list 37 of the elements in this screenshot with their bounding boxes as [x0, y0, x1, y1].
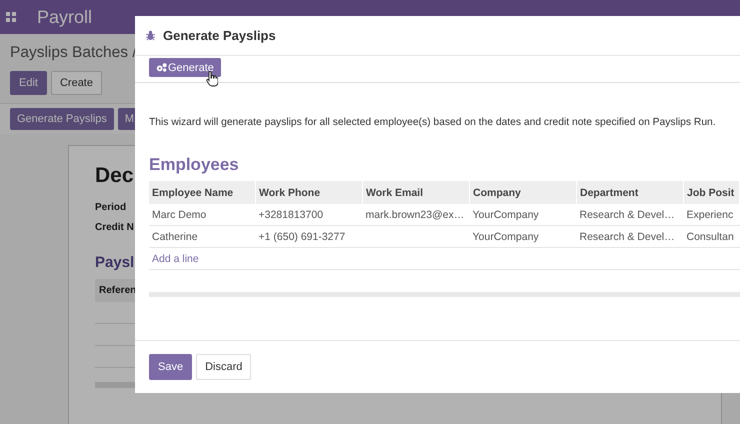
table-cell: Research & Devel…	[576, 204, 684, 226]
column-header[interactable]: Work Email	[362, 181, 470, 204]
field-label: Period	[95, 202, 126, 213]
apps-menu-icon[interactable]	[6, 12, 16, 22]
column-header[interactable]: Department	[576, 181, 684, 204]
action-button[interactable]: Generate Payslips	[10, 108, 114, 130]
section-title: Employees	[149, 155, 240, 175]
table-cell: YourCompany	[470, 226, 576, 248]
field-label: Credit N	[95, 222, 134, 233]
gears-icon	[156, 63, 167, 72]
table-cell: Experienc	[684, 204, 740, 226]
section-title: Paysl	[95, 254, 134, 271]
generate-button[interactable]: Generate	[149, 58, 221, 77]
toolbar-button[interactable]: Create	[50, 71, 102, 95]
table-cell: +3281813700	[256, 204, 362, 226]
hand-cursor-icon	[206, 71, 218, 87]
dialog-title: Generate Payslips	[163, 28, 276, 43]
column-header: Referen	[99, 285, 136, 296]
app-title: Payroll	[37, 6, 92, 28]
table-cell: Catherine	[149, 226, 256, 248]
description-text: This wizard will generate payslips for all selected employee(s) based on the dates and credit note specified on Payslips Run.	[149, 117, 717, 128]
table-cell: Consultan	[684, 226, 740, 248]
column-header[interactable]: Work Phone	[256, 181, 362, 204]
column-header[interactable]: Job Posit	[684, 181, 740, 204]
column-header[interactable]: Company	[470, 181, 576, 204]
table-cell: +1 (650) 691-3277	[256, 226, 362, 248]
table-cell: Research & Devel…	[576, 226, 684, 248]
table-cell: mark.brown23@ex…	[362, 204, 470, 226]
table-cell: Marc Demo	[149, 204, 256, 226]
dialog-button[interactable]: Save	[149, 354, 192, 380]
bug-icon	[146, 30, 155, 41]
table-cell: YourCompany	[470, 204, 576, 226]
column-header[interactable]: Employee Name	[149, 181, 256, 204]
form-title: Dec	[95, 164, 134, 188]
dialog-button[interactable]: Discard	[196, 354, 252, 380]
add-line-link[interactable]: Add a line	[152, 252, 199, 264]
toolbar-button[interactable]: Edit	[10, 71, 47, 95]
